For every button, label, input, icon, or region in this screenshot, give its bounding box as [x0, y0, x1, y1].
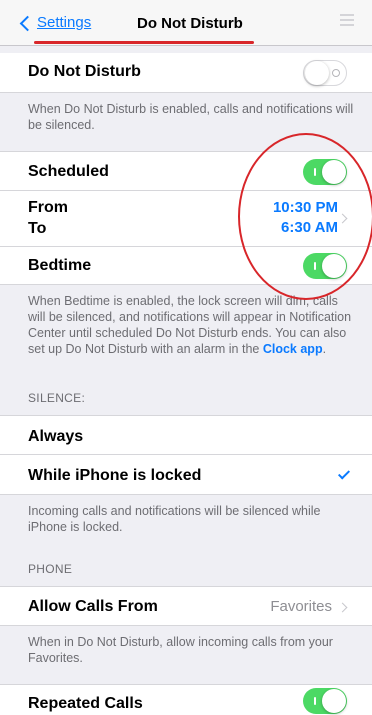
silence-header: SILENCE: [28, 391, 86, 405]
allow-calls-value: Favorites [270, 598, 332, 615]
locked-label: While iPhone is locked [28, 467, 202, 484]
allow-calls-label: Allow Calls From [28, 598, 158, 615]
dnd-caption: When Do Not Disturb is enabled, calls an… [28, 102, 354, 132]
repeated-calls-toggle[interactable] [303, 688, 347, 714]
back-label: Settings [37, 14, 92, 31]
dnd-row: Do Not Disturb [0, 53, 372, 93]
toggle-knob [305, 61, 329, 85]
repeated-calls-row: Repeated Calls [0, 684, 372, 715]
dnd-toggle[interactable] [303, 60, 347, 86]
to-label: To [28, 220, 47, 237]
toggle-on-bar-icon [314, 697, 316, 705]
page-title: Do Not Disturb [137, 15, 243, 32]
clock-app-link[interactable]: Clock app [263, 342, 323, 356]
silence-caption: Incoming calls and notifications will be… [28, 504, 321, 534]
annotation-circle [238, 133, 372, 300]
chevron-left-icon [19, 15, 36, 31]
from-label: From [28, 199, 68, 216]
allow-calls-row[interactable]: Allow Calls From Favorites [0, 586, 372, 626]
allow-calls-caption: When in Do Not Disturb, allow incoming c… [28, 635, 333, 665]
silence-locked-row[interactable]: While iPhone is locked [0, 455, 372, 495]
annotation-underline [34, 41, 254, 44]
scheduled-label: Scheduled [28, 163, 109, 180]
silence-always-row[interactable]: Always [0, 415, 372, 455]
dnd-label: Do Not Disturb [28, 63, 141, 80]
settings-sliders-icon[interactable] [340, 14, 354, 28]
toggle-off-ring-icon [332, 69, 340, 77]
bedtime-caption: When Bedtime is enabled, the lock screen… [28, 293, 358, 357]
bedtime-label: Bedtime [28, 257, 92, 274]
always-label: Always [28, 428, 84, 445]
toggle-knob [322, 689, 346, 713]
chevron-right-icon [337, 602, 348, 613]
checkmark-icon [337, 467, 351, 480]
phone-header: PHONE [28, 562, 73, 576]
repeated-calls-label: Repeated Calls [28, 695, 143, 712]
back-button[interactable]: Settings [19, 14, 92, 31]
bedtime-caption-end: . [322, 342, 327, 356]
